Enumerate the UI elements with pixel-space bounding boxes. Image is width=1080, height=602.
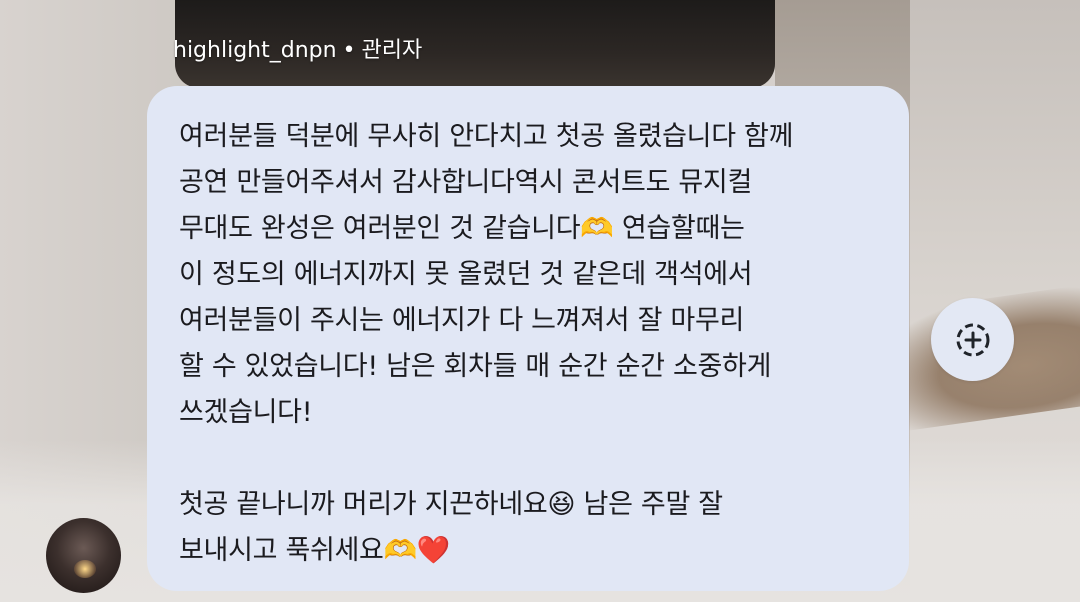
add-reaction-button[interactable] <box>931 298 1014 381</box>
avatar-image <box>74 560 96 578</box>
author-role-badge: 관리자 <box>361 38 423 63</box>
author-name[interactable]: highlight_dnpn <box>173 38 337 63</box>
message-bubble[interactable]: 여러분들 덕분에 무사히 안다치고 첫공 올렸습니다 함께 공연 만들어주셔서 … <box>147 86 909 591</box>
message-author-line: highlight_dnpn • 관리자 <box>173 36 422 66</box>
author-separator: • <box>342 38 356 63</box>
message-text: 여러분들 덕분에 무사히 안다치고 첫공 올렸습니다 함께 공연 만들어주셔서 … <box>179 121 794 566</box>
add-reaction-icon <box>956 323 989 356</box>
avatar[interactable] <box>46 518 121 593</box>
